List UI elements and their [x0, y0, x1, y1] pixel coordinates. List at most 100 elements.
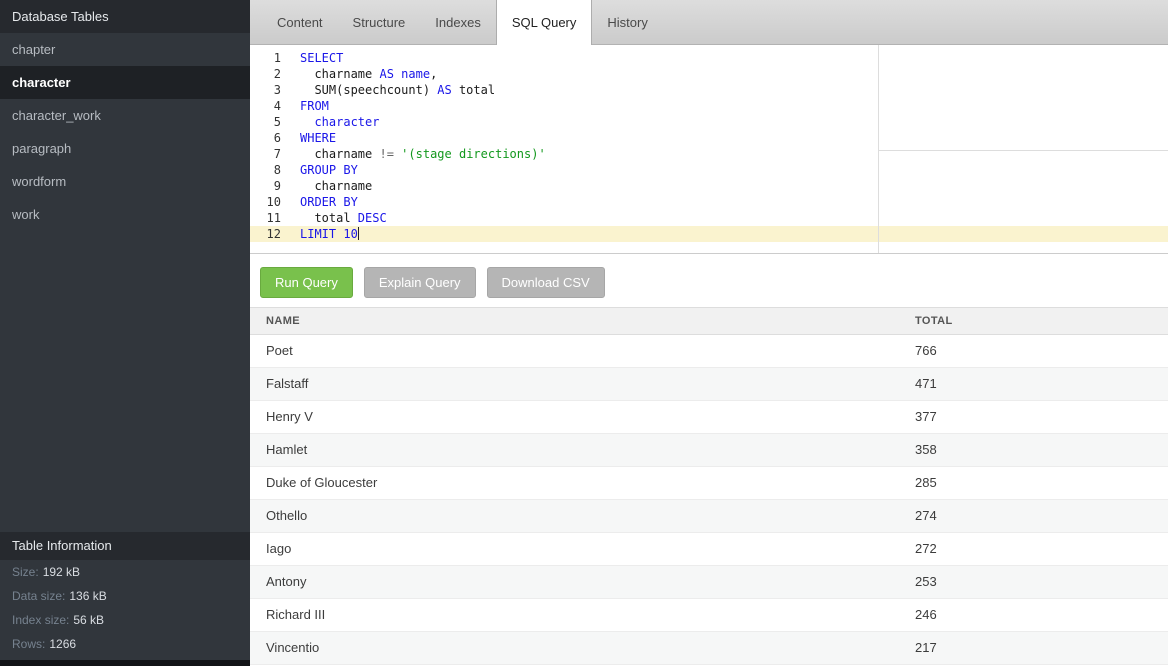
tab-indexes[interactable]: Indexes [420, 0, 496, 45]
table-row[interactable]: Poet766 [250, 335, 1168, 368]
info-label: Index size: [12, 613, 69, 627]
line-number: 6 [250, 130, 288, 146]
sql-token: total [300, 211, 358, 225]
line-number: 2 [250, 66, 288, 82]
sql-token [300, 115, 314, 129]
sql-token: SELECT [300, 51, 343, 65]
cell-total: 358 [899, 434, 1168, 466]
sidebar-item-chapter[interactable]: chapter [0, 33, 250, 66]
info-row-data-size: Data size: 136 kB [0, 584, 250, 608]
editor-line: 8GROUP BY [250, 162, 1168, 178]
table-row[interactable]: Duke of Gloucester285 [250, 467, 1168, 500]
editor-line: 4FROM [250, 98, 1168, 114]
editor-line: 11 total DESC [250, 210, 1168, 226]
download-csv-button[interactable]: Download CSV [487, 267, 605, 298]
sidebar-header: Database Tables [0, 0, 250, 33]
cell-name: Vincentio [250, 632, 899, 664]
sql-token: , [430, 67, 437, 81]
editor-line: 2 charname AS name, [250, 66, 1168, 82]
cell-name: Antony [250, 566, 899, 598]
sidebar-item-character[interactable]: character [0, 66, 250, 99]
line-number: 9 [250, 178, 288, 194]
cell-total: 766 [899, 335, 1168, 367]
cell-total: 471 [899, 368, 1168, 400]
line-number: 12 [250, 226, 288, 242]
line-number: 4 [250, 98, 288, 114]
line-code: LIMIT 10 [288, 226, 359, 242]
cell-total: 274 [899, 500, 1168, 532]
sidebar-item-wordform[interactable]: wordform [0, 165, 250, 198]
line-code: SELECT [288, 50, 343, 66]
line-code: ORDER BY [288, 194, 358, 210]
cell-total: 253 [899, 566, 1168, 598]
table-row[interactable]: Hamlet358 [250, 434, 1168, 467]
editor-line: 5 character [250, 114, 1168, 130]
app: Database Tables chaptercharactercharacte… [0, 0, 1168, 666]
sql-token: != [379, 147, 393, 161]
explain-query-button[interactable]: Explain Query [364, 267, 476, 298]
info-row-rows: Rows:1266 [0, 632, 250, 656]
editor-line: 3 SUM(speechcount) AS total [250, 82, 1168, 98]
sql-token: name [401, 67, 430, 81]
table-row[interactable]: Falstaff471 [250, 368, 1168, 401]
sidebar-bottom-strip [0, 660, 250, 666]
info-row-size: Size:192 kB [0, 560, 250, 584]
tab-content[interactable]: Content [262, 0, 338, 45]
table-row[interactable]: Othello274 [250, 500, 1168, 533]
cell-total: 377 [899, 401, 1168, 433]
info-label: Data size: [12, 589, 65, 603]
tab-structure[interactable]: Structure [338, 0, 421, 45]
cell-total: 272 [899, 533, 1168, 565]
table-row[interactable]: Iago272 [250, 533, 1168, 566]
sidebar-item-character_work[interactable]: character_work [0, 99, 250, 132]
editor-line: 12LIMIT 10 [250, 226, 1168, 242]
cell-name: Poet [250, 335, 899, 367]
sql-token: GROUP BY [300, 163, 358, 177]
sidebar-item-work[interactable]: work [0, 198, 250, 231]
tab-sql-query[interactable]: SQL Query [496, 0, 593, 45]
info-row-index-size: Index size: 56 kB [0, 608, 250, 632]
column-header-name[interactable]: NAME [250, 308, 899, 334]
line-number: 7 [250, 146, 288, 162]
tab-history[interactable]: History [592, 0, 662, 45]
line-number: 10 [250, 194, 288, 210]
text-cursor [358, 227, 359, 240]
sql-token: '(stage directions)' [401, 147, 546, 161]
line-code: charname != '(stage directions)' [288, 146, 546, 162]
sql-token: charname [300, 147, 379, 161]
line-code: WHERE [288, 130, 336, 146]
sql-token: ORDER BY [300, 195, 358, 209]
editor-line: 6WHERE [250, 130, 1168, 146]
table-information-header: Table Information [0, 532, 250, 560]
run-query-button[interactable]: Run Query [260, 267, 353, 298]
editor-pane-divider[interactable] [878, 45, 879, 253]
sql-editor[interactable]: 1SELECT2 charname AS name,3 SUM(speechco… [250, 45, 1168, 254]
results-header: NAME TOTAL [250, 307, 1168, 335]
editor-line: 10 ORDER BY [250, 194, 1168, 210]
sidebar-item-paragraph[interactable]: paragraph [0, 132, 250, 165]
editor-line: 9 charname [250, 178, 1168, 194]
cell-name: Richard III [250, 599, 899, 631]
column-header-total[interactable]: TOTAL [899, 308, 1168, 334]
info-value: 56 kB [73, 613, 104, 627]
editor-lines: 1SELECT2 charname AS name,3 SUM(speechco… [250, 50, 1168, 242]
sidebar: Database Tables chaptercharactercharacte… [0, 0, 250, 666]
sql-token: AS [379, 67, 393, 81]
info-value: 136 kB [69, 589, 106, 603]
info-label: Rows: [12, 637, 45, 651]
info-label: Size: [12, 565, 39, 579]
table-row[interactable]: Henry V377 [250, 401, 1168, 434]
line-number: 1 [250, 50, 288, 66]
line-code: FROM [288, 98, 329, 114]
cell-name: Hamlet [250, 434, 899, 466]
line-code: total DESC [288, 210, 387, 226]
line-code: charname AS name, [288, 66, 437, 82]
table-row[interactable]: Richard III246 [250, 599, 1168, 632]
cell-name: Henry V [250, 401, 899, 433]
sql-token: charname [300, 67, 379, 81]
cell-name: Falstaff [250, 368, 899, 400]
sql-token: total [452, 83, 495, 97]
table-row[interactable]: Antony253 [250, 566, 1168, 599]
table-row[interactable]: Vincentio217 [250, 632, 1168, 665]
table-list: chaptercharactercharacter_workparagraphw… [0, 33, 250, 231]
